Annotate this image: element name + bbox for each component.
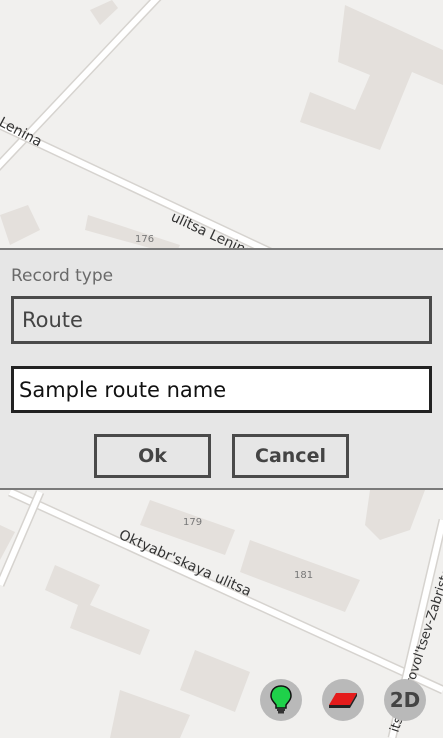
lightbulb-icon	[270, 685, 292, 714]
building	[365, 490, 425, 540]
record-dialog: Record type Route Ok Cancel	[0, 248, 443, 490]
house-number-176: 176	[135, 234, 154, 245]
building	[180, 650, 250, 712]
ok-button[interactable]: Ok	[94, 434, 211, 478]
lightbulb-button[interactable]	[260, 679, 302, 721]
route-name-input[interactable]	[11, 366, 432, 413]
record-type-label: Record type	[11, 266, 114, 286]
view-mode-button[interactable]: 2D	[384, 679, 426, 721]
building	[110, 690, 190, 738]
house-number-181: 181	[294, 570, 313, 581]
building	[0, 205, 40, 245]
layer-icon	[329, 693, 357, 708]
record-type-value: Route	[22, 308, 83, 332]
building	[90, 0, 118, 25]
record-type-select[interactable]: Route	[11, 296, 432, 344]
cancel-button[interactable]: Cancel	[232, 434, 349, 478]
building	[45, 565, 150, 655]
layer-button[interactable]	[322, 679, 364, 721]
road	[0, 0, 162, 171]
building	[300, 5, 443, 150]
house-number-179: 179	[183, 517, 202, 528]
